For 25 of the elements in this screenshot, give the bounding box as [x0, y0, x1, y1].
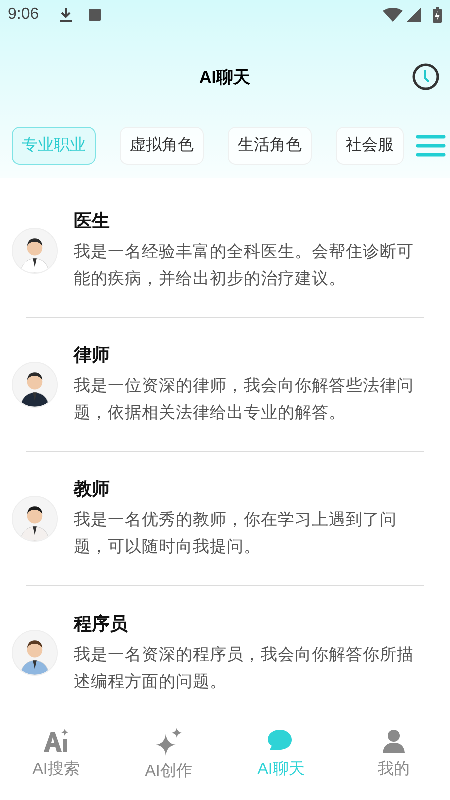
role-description: 我是一位资深的律师，我会向你解答些法律问题，依据相关法律给出专业的解答。 — [74, 376, 415, 424]
notification-icon — [89, 9, 102, 21]
nav-tab[interactable]: AI创作 — [112, 720, 225, 800]
category-tab[interactable]: 虚拟角色 — [120, 127, 204, 165]
category-tab[interactable]: 社会服 — [336, 127, 404, 165]
signal-icon — [407, 8, 421, 22]
nav-tab[interactable]: AI聊天 — [225, 720, 338, 800]
wifi-icon — [383, 8, 403, 22]
status-time: 9:06 — [8, 5, 40, 25]
nav-tab[interactable]: AI搜索 — [0, 720, 112, 800]
download-icon — [59, 7, 74, 23]
role-description: 我是一名经验丰富的全科医生。会帮住诊断可能的疾病，并给出初步的治疗建议。 — [74, 242, 415, 290]
ai-icon — [42, 728, 70, 754]
role-name: 律师 — [74, 344, 111, 367]
role-description: 我是一名优秀的教师，你在学习上遇到了问题，可以随时向我提问。 — [74, 510, 398, 558]
role-name: 程序员 — [74, 612, 129, 636]
role-name: 教师 — [74, 478, 111, 501]
role-name: 医生 — [74, 210, 111, 233]
battery-icon — [433, 7, 442, 23]
role-description: 我是一名资深的程序员，我会向你解答你所描述编程方面的问题。 — [74, 644, 415, 692]
category-tab[interactable]: 生活角色 — [228, 127, 312, 165]
nav-tab[interactable]: 我的 — [338, 720, 450, 800]
history-icon[interactable] — [412, 63, 440, 91]
category-tab[interactable]: 专业职业 — [12, 127, 96, 165]
page-title: AI聊天 — [200, 67, 250, 90]
